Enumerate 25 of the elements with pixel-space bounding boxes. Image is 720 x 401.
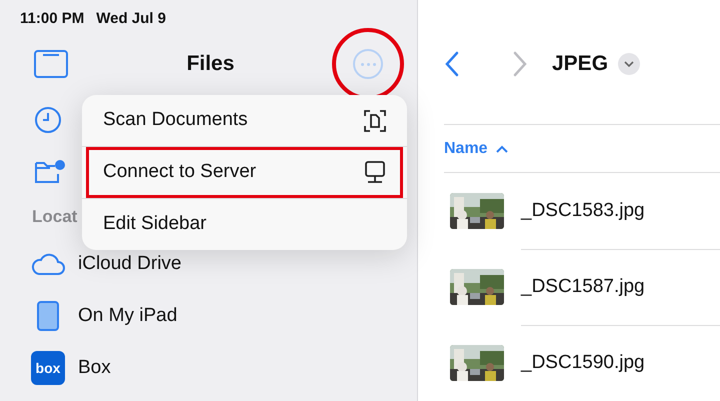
- box-logo: box: [31, 351, 65, 385]
- file-row[interactable]: _DSC1590.jpg: [418, 325, 720, 401]
- file-row[interactable]: _DSC1583.jpg: [418, 173, 720, 250]
- sidebar-item[interactable]: box Box: [0, 342, 417, 394]
- computer-icon: [364, 160, 386, 184]
- sidebar-toggle-icon[interactable]: [34, 50, 68, 78]
- status-time: 11:00 PM: [20, 9, 84, 29]
- folder-title: JPEG: [552, 50, 608, 77]
- sidebar-item[interactable]: On My iPad: [0, 290, 417, 342]
- file-row[interactable]: _DSC1587.jpg: [418, 249, 720, 326]
- sort-button[interactable]: Name: [444, 136, 508, 161]
- section-heading: Locat: [32, 207, 78, 226]
- back-icon[interactable]: [444, 50, 460, 77]
- cloud-icon: [31, 252, 65, 276]
- status-date: Wed Jul 9: [96, 9, 166, 29]
- shared-folder-icon: [34, 158, 66, 186]
- tablet-icon: [37, 301, 59, 331]
- chevron-icon: [496, 144, 508, 153]
- dropdown-icon[interactable]: [618, 52, 640, 75]
- scan-document-icon: [364, 110, 386, 132]
- menu-item[interactable]: Scan Documents: [86, 95, 403, 146]
- clock-icon: [34, 106, 62, 134]
- menu-item[interactable]: Connect to Server: [86, 147, 403, 198]
- sidebar-title: Files: [186, 51, 234, 78]
- forward-icon[interactable]: [512, 50, 528, 77]
